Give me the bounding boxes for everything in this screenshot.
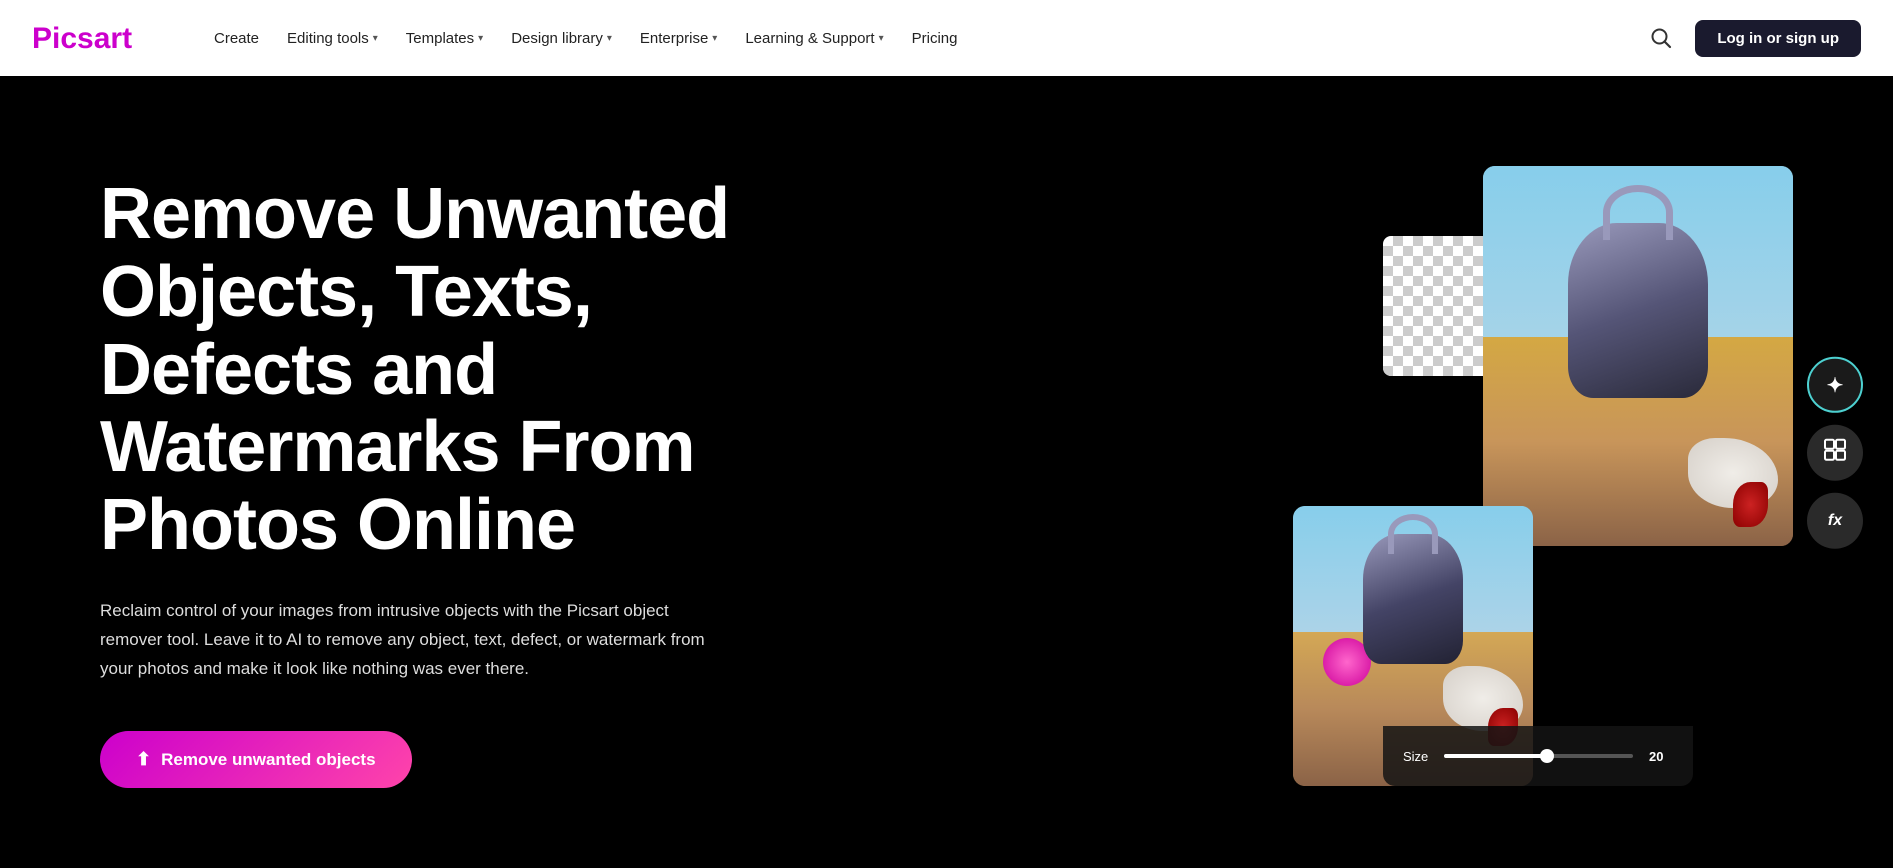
nav-templates[interactable]: Templates ▾ — [394, 22, 495, 55]
bag-strap — [1603, 185, 1673, 240]
search-icon — [1650, 27, 1672, 49]
nav-enterprise[interactable]: Enterprise ▾ — [628, 22, 729, 55]
navbar-links: Create Editing tools ▾ Templates ▾ Desig… — [202, 22, 1643, 55]
svg-text:icsart: icsart — [52, 22, 132, 55]
layout-icon — [1823, 438, 1847, 468]
chevron-down-icon: ▾ — [373, 33, 378, 44]
fx-button[interactable]: fx — [1807, 493, 1863, 549]
hero-section: Remove Unwanted Objects, Texts, Defects … — [0, 76, 1893, 868]
nav-create[interactable]: Create — [202, 22, 271, 55]
upload-icon: ⬆ — [136, 749, 151, 770]
image-collage: Size 20 — [1293, 136, 1793, 786]
chevron-down-icon: ▾ — [607, 33, 612, 44]
main-product-image — [1483, 166, 1793, 546]
slider-fill — [1444, 754, 1548, 758]
tool-buttons: ✦ fx — [1807, 357, 1863, 549]
chevron-down-icon: ▾ — [712, 33, 717, 44]
navbar-actions: Log in or sign up — [1643, 20, 1861, 57]
size-label: Size — [1403, 749, 1428, 764]
login-button[interactable]: Log in or sign up — [1695, 20, 1861, 57]
hero-subtitle: Reclaim control of your images from intr… — [100, 597, 710, 684]
layout-svg — [1823, 438, 1847, 462]
svg-text:P: P — [32, 22, 52, 55]
main-image-inner — [1483, 166, 1793, 546]
bag-body — [1568, 223, 1708, 398]
layout-button[interactable] — [1807, 425, 1863, 481]
hero-title: Remove Unwanted Objects, Texts, Defects … — [100, 176, 820, 565]
small-bag-strap — [1388, 514, 1438, 554]
picsart-logo[interactable]: P icsart — [32, 16, 162, 56]
hero-content: Remove Unwanted Objects, Texts, Defects … — [100, 156, 820, 788]
magic-eraser-icon: ✦ — [1827, 372, 1844, 397]
size-slider-panel: Size 20 — [1383, 726, 1693, 786]
nav-editing-tools[interactable]: Editing tools ▾ — [275, 22, 390, 55]
chevron-down-icon: ▾ — [478, 33, 483, 44]
nav-design-library[interactable]: Design library ▾ — [499, 22, 624, 55]
magic-eraser-button[interactable]: ✦ — [1807, 357, 1863, 413]
fx-icon: fx — [1828, 512, 1842, 530]
nav-pricing[interactable]: Pricing — [900, 22, 970, 55]
nav-learning-support[interactable]: Learning & Support ▾ — [733, 22, 895, 55]
red-flower — [1733, 482, 1768, 527]
search-button[interactable] — [1643, 20, 1679, 56]
navbar: P icsart Create Editing tools ▾ Template… — [0, 0, 1893, 76]
size-slider-track[interactable] — [1444, 754, 1633, 758]
logo[interactable]: P icsart — [32, 16, 162, 61]
slider-thumb[interactable] — [1540, 749, 1554, 763]
cta-button[interactable]: ⬆ Remove unwanted objects — [100, 731, 412, 788]
chevron-down-icon: ▾ — [879, 33, 884, 44]
size-value: 20 — [1649, 749, 1673, 764]
